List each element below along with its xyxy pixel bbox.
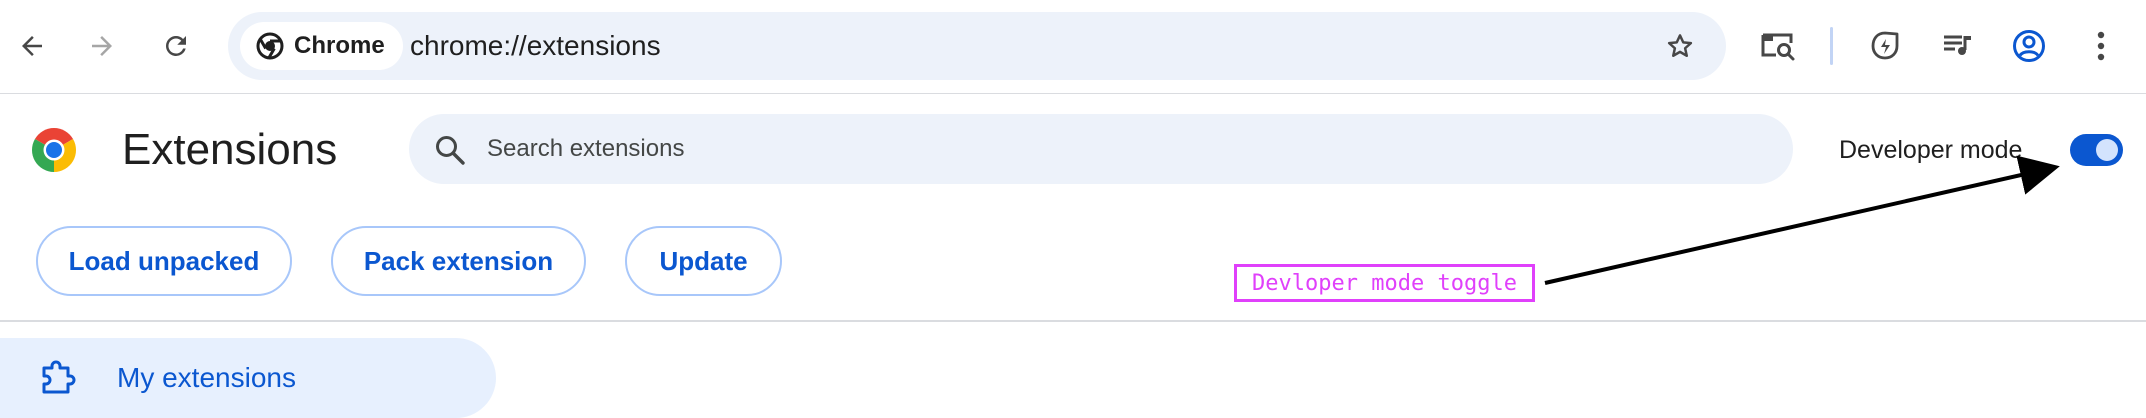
toolbar-divider — [1830, 27, 1833, 65]
url-text[interactable]: chrome://extensions — [410, 12, 661, 80]
energy-saver-button[interactable] — [1863, 24, 1907, 68]
site-info-chip[interactable]: Chrome — [240, 22, 403, 70]
star-icon — [1667, 34, 1693, 57]
developer-mode-label: Developer mode — [1839, 136, 2023, 164]
toggle-knob — [2096, 139, 2118, 161]
search-input[interactable] — [477, 114, 1757, 184]
update-button[interactable]: Update — [625, 226, 782, 296]
forward-arrow-icon — [92, 36, 112, 56]
energy-saver-icon — [1871, 31, 1899, 60]
sidebar-item-my-extensions[interactable]: My extensions — [0, 338, 496, 418]
search-bar[interactable] — [409, 114, 1793, 184]
page-title: Extensions — [122, 125, 338, 174]
developer-mode-toggle[interactable] — [2070, 134, 2123, 166]
tab-search-button[interactable] — [1756, 24, 1800, 68]
chrome-logo — [32, 128, 76, 172]
profile-icon — [2013, 30, 2045, 62]
pack-extension-button[interactable]: Pack extension — [331, 226, 586, 296]
profile-button[interactable] — [2007, 24, 2051, 68]
reload-icon — [166, 35, 186, 56]
back-arrow-icon — [22, 36, 42, 56]
chrome-logo-icon — [256, 32, 284, 60]
reload-button[interactable] — [154, 24, 198, 68]
browser-toolbar: Chrome chrome://extensions — [0, 0, 2146, 93]
media-controls-button[interactable] — [1935, 24, 1979, 68]
search-icon — [436, 136, 465, 165]
bookmark-button[interactable] — [1658, 24, 1702, 68]
site-chip-label: Chrome — [294, 32, 385, 59]
load-unpacked-button[interactable]: Load unpacked — [36, 226, 292, 296]
chrome-menu-button[interactable] — [2079, 24, 2123, 68]
tab-search-icon — [1761, 33, 1795, 61]
puzzle-icon — [42, 360, 76, 394]
annotation-label: Devloper mode toggle — [1234, 264, 1535, 302]
section-divider — [0, 320, 2146, 322]
kebab-menu-icon — [2097, 31, 2105, 61]
forward-button[interactable] — [80, 24, 124, 68]
media-playlist-icon — [1944, 35, 1971, 55]
toolbar-divider-line — [0, 93, 2146, 94]
chrome-extensions-page: Chrome chrome://extensions Extensions Se… — [0, 0, 2146, 418]
back-button[interactable] — [10, 24, 54, 68]
sidebar-item-label: My extensions — [117, 362, 296, 393]
omnibox[interactable]: Chrome chrome://extensions — [228, 12, 1726, 80]
